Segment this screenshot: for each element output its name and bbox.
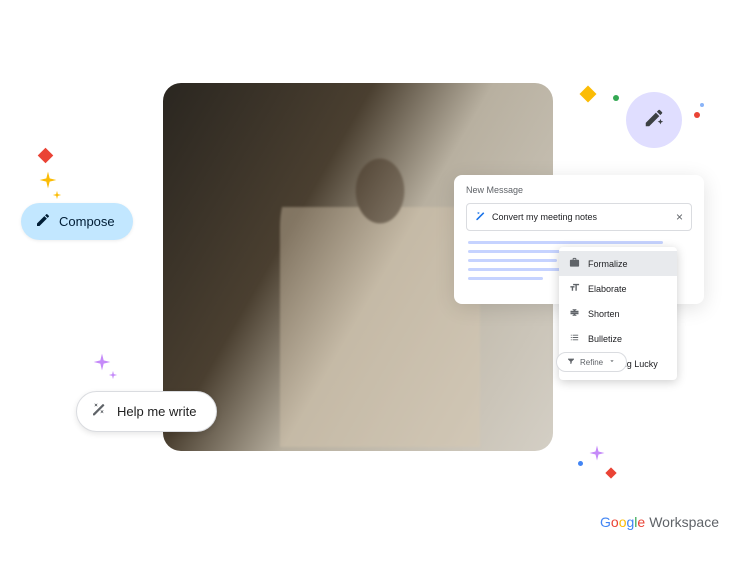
pencil-icon xyxy=(35,212,51,231)
menu-item-elaborate[interactable]: Elaborate xyxy=(559,276,677,301)
menu-item-formalize[interactable]: Formalize xyxy=(559,251,677,276)
google-wordmark: Google xyxy=(600,514,645,530)
sparkle-icon xyxy=(108,370,118,380)
magic-wand-icon xyxy=(475,211,486,224)
new-message-title: New Message xyxy=(454,185,704,203)
menu-item-label: Bulletize xyxy=(588,334,622,344)
dot-blue-icon xyxy=(700,103,704,107)
diamond-yellow-icon xyxy=(580,86,597,103)
close-icon[interactable]: × xyxy=(676,210,683,224)
diamond-red-icon xyxy=(38,148,54,164)
refine-label: Refine xyxy=(580,358,603,367)
help-me-write-button[interactable]: Help me write xyxy=(76,391,217,432)
dot-green-icon xyxy=(613,95,619,101)
menu-item-shorten[interactable]: Shorten xyxy=(559,301,677,326)
briefcase-icon xyxy=(569,257,580,270)
sparkle-icon xyxy=(92,352,112,372)
compress-icon xyxy=(569,307,580,320)
filter-icon xyxy=(567,357,575,367)
magic-pen-icon xyxy=(643,107,665,134)
sparkle-icon xyxy=(588,444,606,462)
google-workspace-logo: Google Workspace xyxy=(600,514,719,530)
workspace-label: Workspace xyxy=(649,514,719,530)
promo-canvas: Compose Help me write New Message Conver… xyxy=(0,0,755,566)
dot-red-icon xyxy=(694,112,700,118)
compose-button[interactable]: Compose xyxy=(21,203,133,240)
dot-blue-icon xyxy=(578,461,583,466)
prompt-input[interactable]: Convert my meeting notes × xyxy=(466,203,692,231)
magic-wand-icon xyxy=(91,402,107,421)
prompt-text: Convert my meeting notes xyxy=(492,212,597,222)
menu-item-label: Elaborate xyxy=(588,284,627,294)
pen-badge xyxy=(626,92,682,148)
list-icon xyxy=(569,332,580,345)
diamond-red-icon xyxy=(605,467,616,478)
menu-item-label: Shorten xyxy=(588,309,620,319)
sparkle-icon xyxy=(52,190,62,200)
help-me-write-label: Help me write xyxy=(117,404,196,419)
chevron-down-icon xyxy=(608,357,616,367)
text-expand-icon xyxy=(569,282,580,295)
new-message-panel: New Message Convert my meeting notes × F… xyxy=(454,175,704,304)
refine-button[interactable]: Refine xyxy=(556,352,627,372)
menu-item-bulletize[interactable]: Bulletize xyxy=(559,326,677,351)
menu-item-label: Formalize xyxy=(588,259,628,269)
compose-label: Compose xyxy=(59,214,115,229)
sparkle-icon xyxy=(38,170,58,190)
